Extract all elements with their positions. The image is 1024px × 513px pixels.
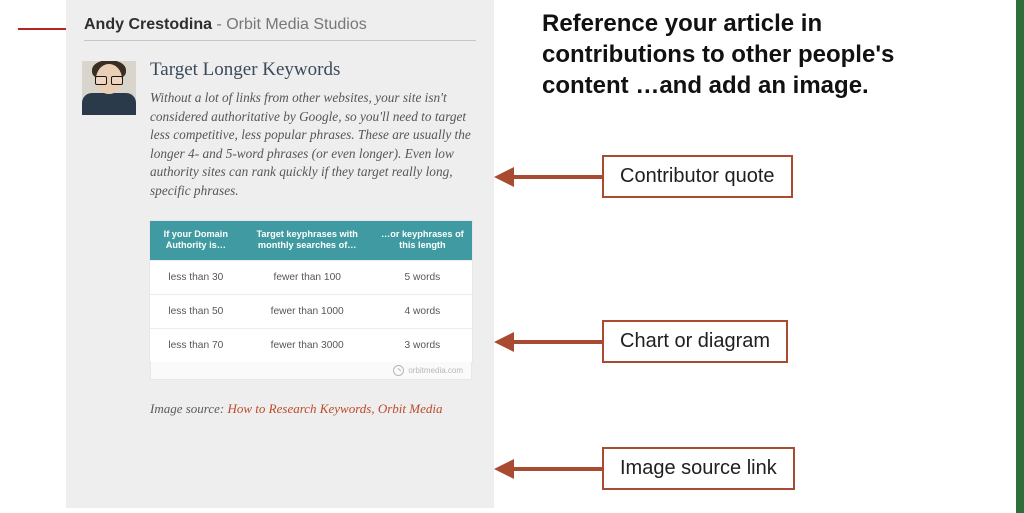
example-card: Andy Crestodina - Orbit Media Studios Ta…	[66, 0, 494, 508]
callout-quote: Contributor quote	[494, 155, 793, 198]
callout-box: Contributor quote	[602, 155, 793, 198]
table-header-row: If your Domain Authority is… Target keyp…	[150, 221, 472, 261]
callout-box: Image source link	[602, 447, 795, 490]
table-footer: orbitmedia.com	[150, 362, 472, 380]
callout-chart: Chart or diagram	[494, 320, 788, 363]
text-column: Target Longer Keywords Without a lot of …	[150, 59, 478, 201]
table-cell: less than 70	[150, 328, 242, 362]
arrow-left-icon	[494, 467, 602, 471]
slide-headline: Reference your article in contributions …	[542, 8, 982, 102]
table-cell: less than 50	[150, 294, 242, 328]
table-header-cell: If your Domain Authority is…	[150, 221, 242, 261]
table-cell: 3 words	[373, 328, 472, 362]
author-line: Andy Crestodina - Orbit Media Studios	[84, 16, 476, 41]
image-source-line: Image source: How to Research Keywords, …	[150, 400, 450, 418]
table-header-cell: Target keyphrases with monthly searches …	[242, 221, 373, 261]
table-footer-brand: orbitmedia.com	[408, 366, 463, 375]
content-row: Target Longer Keywords Without a lot of …	[82, 59, 478, 201]
decorative-side-stripe	[1016, 0, 1024, 513]
image-source-link[interactable]: How to Research Keywords, Orbit Media	[228, 401, 443, 416]
table-cell: fewer than 1000	[242, 294, 373, 328]
table-cell: less than 30	[150, 260, 242, 294]
keyword-table: If your Domain Authority is… Target keyp…	[150, 221, 472, 362]
contributor-quote-text: Without a lot of links from other websit…	[150, 89, 478, 201]
slide: Andy Crestodina - Orbit Media Studios Ta…	[0, 0, 1024, 513]
author-org: Orbit Media Studios	[226, 16, 367, 33]
section-heading: Target Longer Keywords	[150, 59, 478, 81]
decorative-red-underline	[18, 28, 70, 30]
callout-box: Chart or diagram	[602, 320, 788, 363]
author-name: Andy Crestodina	[84, 16, 212, 33]
table-row: less than 50 fewer than 1000 4 words	[150, 294, 472, 328]
author-avatar	[82, 61, 136, 115]
arrow-left-icon	[494, 340, 602, 344]
author-org-sep: -	[212, 16, 226, 33]
table-cell: fewer than 3000	[242, 328, 373, 362]
image-source-label: Image source:	[150, 401, 228, 416]
table-cell: fewer than 100	[242, 260, 373, 294]
table-cell: 4 words	[373, 294, 472, 328]
arrow-left-icon	[494, 175, 602, 179]
table-row: less than 70 fewer than 3000 3 words	[150, 328, 472, 362]
table-cell: 5 words	[373, 260, 472, 294]
table-header-cell: …or keyphrases of this length	[373, 221, 472, 261]
callout-source: Image source link	[494, 447, 795, 490]
orbit-logo-icon	[393, 365, 404, 376]
table-row: less than 30 fewer than 100 5 words	[150, 260, 472, 294]
